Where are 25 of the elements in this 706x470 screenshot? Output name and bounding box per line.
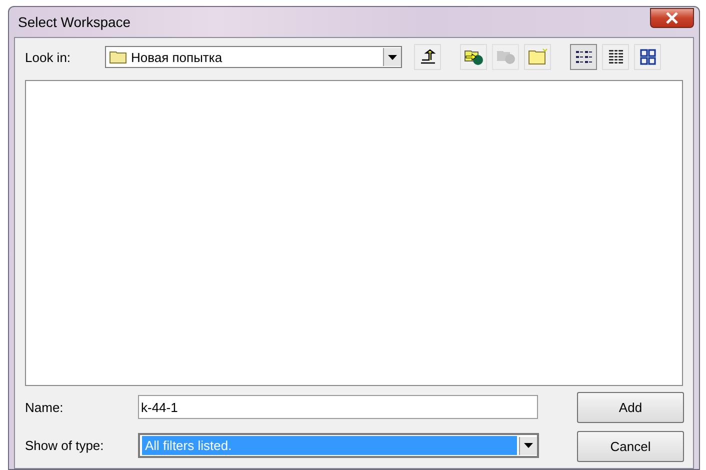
details-view-icon — [606, 49, 624, 65]
folder-globe-icon — [464, 48, 484, 66]
window-title: Select Workspace — [17, 14, 131, 30]
look-in-dropdown[interactable]: Новая попытка — [105, 46, 402, 68]
close-button[interactable] — [650, 8, 694, 28]
look-in-label: Look in: — [25, 50, 72, 64]
details-view-button[interactable] — [602, 44, 629, 70]
list-view-icon — [574, 49, 592, 65]
look-in-value: Новая попытка — [131, 50, 224, 64]
folder-icon — [109, 50, 127, 64]
folder-globe-icon — [496, 48, 516, 66]
grid-view-icon — [638, 49, 656, 65]
cancel-button[interactable]: Cancel — [577, 431, 684, 462]
up-folder-button[interactable] — [414, 44, 441, 70]
new-folder-icon — [528, 48, 548, 66]
list-view-button[interactable] — [570, 44, 597, 70]
show-of-type-label: Show of type: — [25, 438, 105, 453]
name-field[interactable]: k-44-1 — [138, 395, 538, 419]
add-button[interactable]: Add — [577, 392, 684, 423]
new-folder-button[interactable] — [524, 44, 551, 70]
close-icon — [665, 12, 679, 24]
connect-folder-button[interactable] — [460, 44, 487, 70]
name-label: Name: — [25, 400, 64, 414]
thumbnails-view-button[interactable] — [634, 44, 661, 70]
up-arrow-icon — [418, 49, 436, 65]
